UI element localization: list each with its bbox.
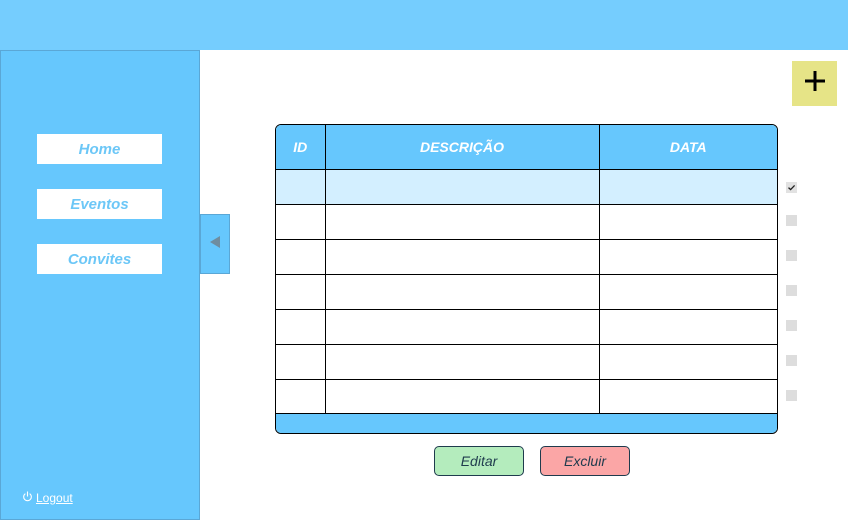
- cell-id: [276, 239, 326, 275]
- cell-id: [276, 204, 326, 240]
- collapse-sidebar-button[interactable]: [200, 214, 230, 274]
- row-checkbox[interactable]: [786, 285, 797, 296]
- sidebar-item-home[interactable]: Home: [37, 134, 162, 164]
- sidebar-item-label: Convites: [67, 250, 132, 268]
- table-row[interactable]: [276, 274, 777, 310]
- row-checkbox[interactable]: [786, 320, 797, 331]
- edit-button-label: Editar: [460, 453, 498, 469]
- plus-icon: [804, 70, 826, 97]
- sidebar: Home Eventos Convites Logout: [0, 50, 200, 520]
- cell-descricao: [325, 204, 600, 240]
- cell-data: [599, 204, 777, 240]
- table-row[interactable]: [276, 309, 777, 345]
- cell-id: [276, 274, 326, 310]
- row-checkbox[interactable]: [786, 182, 797, 193]
- top-bar: [0, 0, 848, 50]
- cell-data: [599, 344, 777, 380]
- edit-button[interactable]: Editar: [434, 446, 524, 476]
- cell-data: [599, 274, 777, 310]
- cell-id: [276, 169, 326, 205]
- sidebar-item-label: Home: [78, 140, 121, 158]
- cell-id: [276, 344, 326, 380]
- cell-data: [599, 379, 777, 415]
- table-row[interactable]: [276, 379, 777, 415]
- cell-data: [599, 309, 777, 345]
- sidebar-item-convites[interactable]: Convites: [37, 244, 162, 274]
- row-checkbox[interactable]: [786, 215, 797, 226]
- cell-descricao: [325, 379, 600, 415]
- events-table: ID DESCRIÇÃO DATA: [275, 124, 778, 434]
- delete-button-label: Excluir: [563, 453, 606, 469]
- table-row[interactable]: [276, 344, 777, 380]
- cell-id: [276, 309, 326, 345]
- logout-label: Logout: [36, 491, 73, 505]
- table-header-row: ID DESCRIÇÃO DATA: [276, 125, 777, 170]
- cell-descricao: [325, 344, 600, 380]
- cell-descricao: [325, 274, 600, 310]
- sidebar-item-label: Eventos: [70, 195, 129, 213]
- table-row[interactable]: [276, 204, 777, 240]
- row-checkbox[interactable]: [786, 355, 797, 366]
- logout-link[interactable]: Logout: [22, 491, 73, 505]
- column-header-descricao[interactable]: DESCRIÇÃO: [325, 125, 600, 170]
- cell-descricao: [325, 309, 600, 345]
- row-checkbox[interactable]: [786, 390, 797, 401]
- table-footer: [276, 413, 777, 433]
- check-icon: [786, 182, 797, 193]
- table-row[interactable]: [276, 169, 777, 205]
- sidebar-item-eventos[interactable]: Eventos: [37, 189, 162, 219]
- add-button[interactable]: [792, 61, 837, 106]
- cell-data: [599, 239, 777, 275]
- cell-data: [599, 169, 777, 205]
- power-icon: [22, 491, 33, 505]
- column-header-data[interactable]: DATA: [599, 125, 777, 170]
- row-checkbox[interactable]: [786, 250, 797, 261]
- cell-descricao: [325, 239, 600, 275]
- table-row[interactable]: [276, 239, 777, 275]
- cell-id: [276, 379, 326, 415]
- chevron-left-icon: [209, 235, 221, 254]
- cell-descricao: [325, 169, 600, 205]
- delete-button[interactable]: Excluir: [540, 446, 630, 476]
- column-header-id[interactable]: ID: [276, 125, 326, 170]
